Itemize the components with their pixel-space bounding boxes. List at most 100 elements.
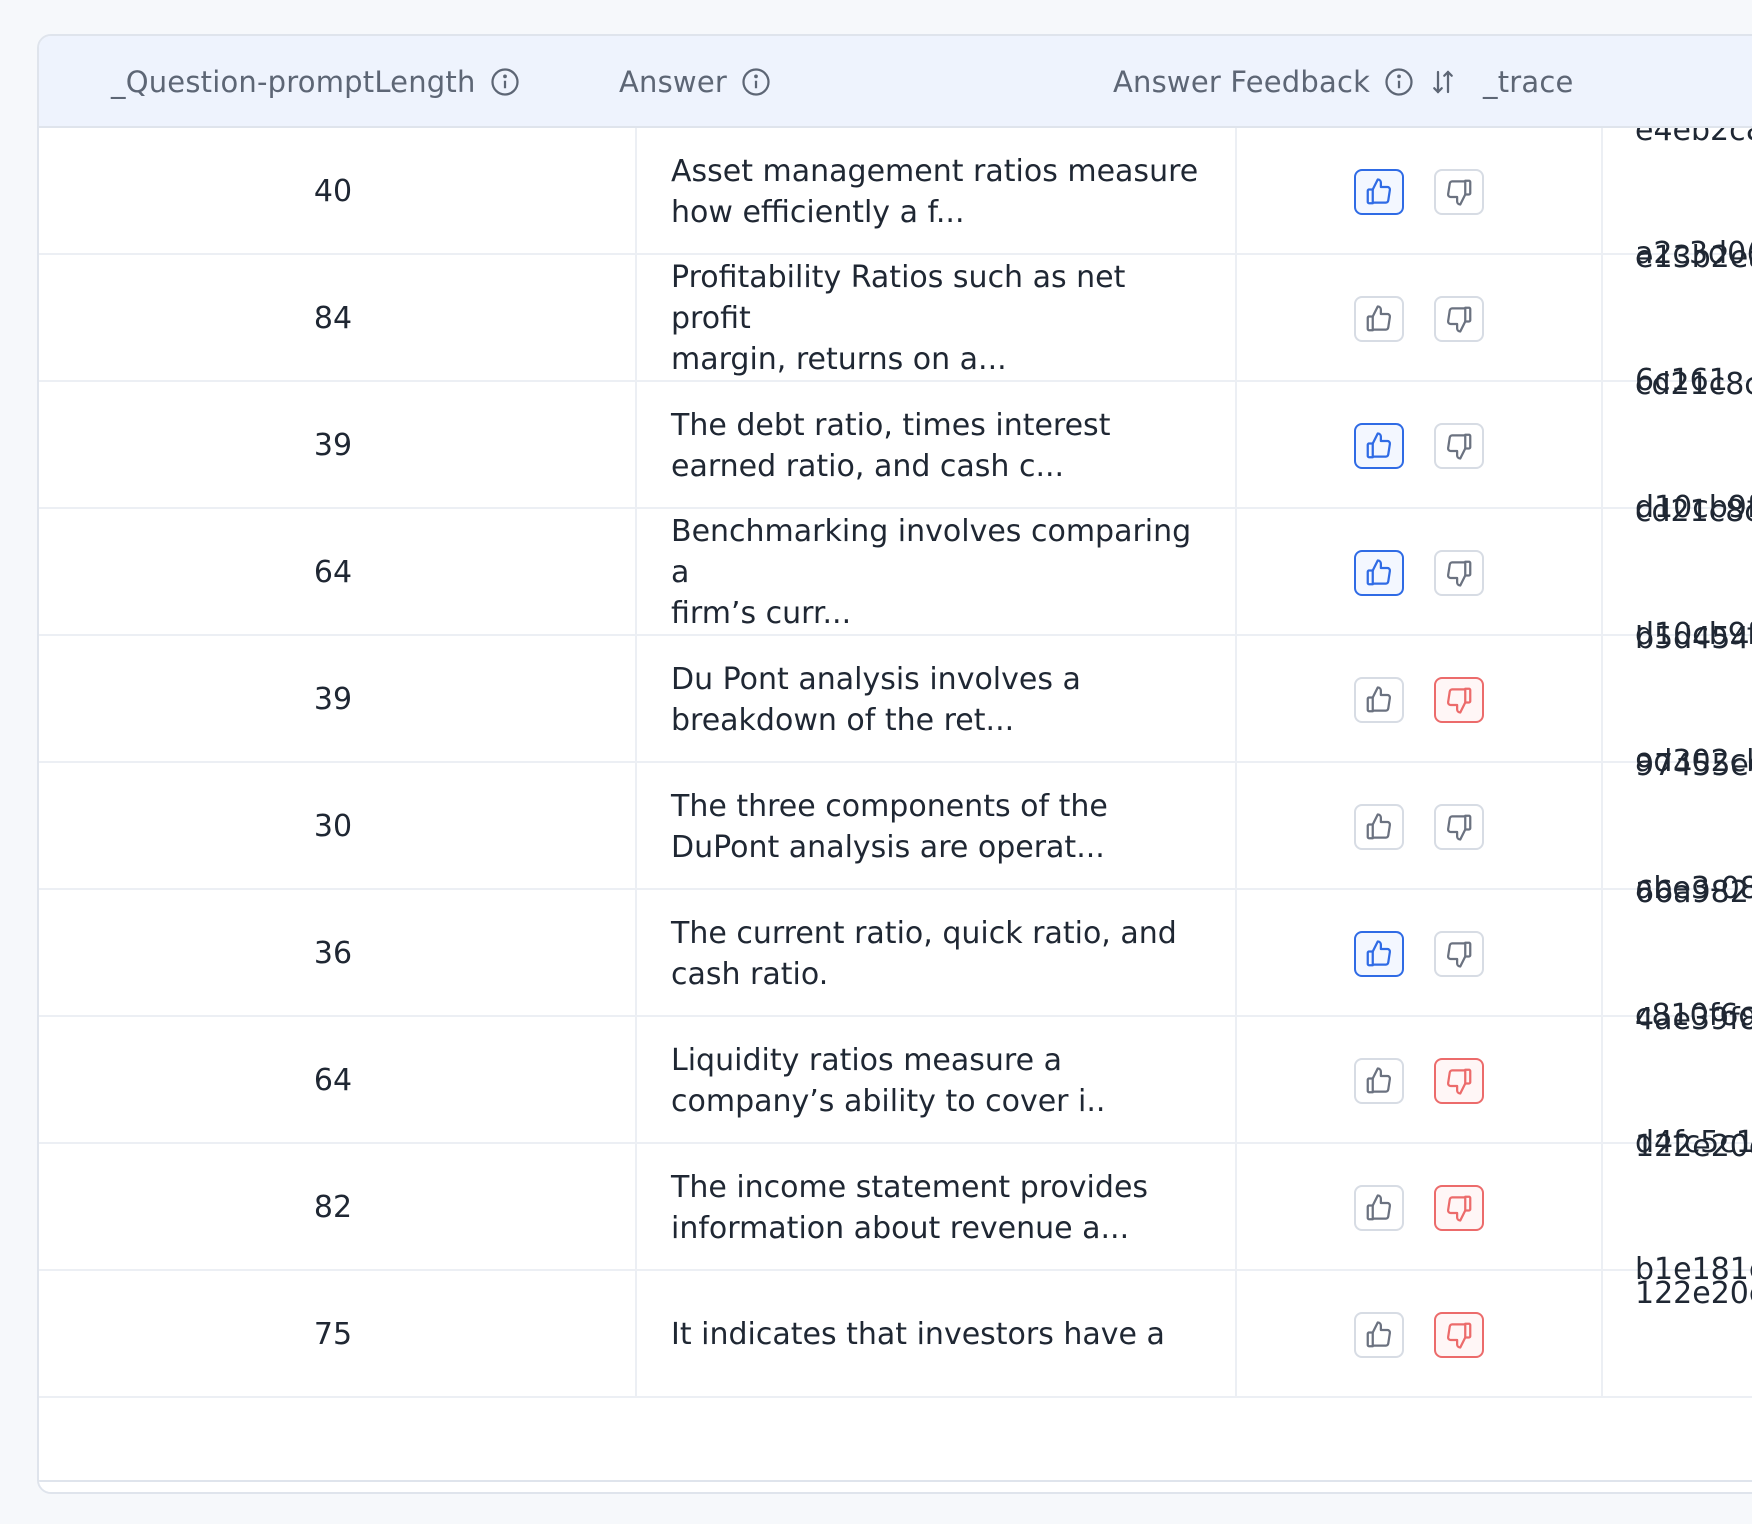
- answer-text: Profitability Ratios such as net profit …: [671, 257, 1205, 380]
- thumbs-down-button[interactable]: [1434, 803, 1484, 850]
- answer-text: Asset management ratios measure how effi…: [671, 151, 1198, 233]
- answer-line: Profitability Ratios such as net profit: [671, 260, 1126, 336]
- answer-cell[interactable]: Benchmarking involves comparing a firm’s…: [635, 509, 1235, 636]
- answer-cell[interactable]: It indicates that investors have a: [635, 1271, 1235, 1398]
- column-header-answer-feedback[interactable]: Answer Feedback: [1113, 36, 1456, 128]
- thumbs-up-button[interactable]: [1354, 676, 1404, 723]
- thumbs-down-button[interactable]: [1434, 1311, 1484, 1358]
- thumbs-down-icon: [1447, 814, 1472, 841]
- trace-line: e4eb2c8: [1635, 128, 1752, 148]
- feedback-cell: [1235, 128, 1601, 255]
- prompt-length-cell: 75: [313, 1317, 353, 1352]
- thumbs-down-button[interactable]: [1434, 1057, 1484, 1104]
- column-header-prompt-length[interactable]: _Question-promptLength: [111, 36, 520, 128]
- trace-text: 122e20c: [1635, 1191, 1752, 1478]
- thumbs-up-button[interactable]: [1354, 1184, 1404, 1231]
- feedback-cell: [1235, 1144, 1601, 1271]
- answer-line: The income statement provides: [671, 1169, 1149, 1205]
- table-row[interactable]: 39 The debt ratio, times interest earned…: [39, 367, 1752, 525]
- column-header-trace[interactable]: _trace: [1483, 36, 1574, 128]
- sort-icon[interactable]: [1430, 67, 1456, 97]
- thumbs-down-button[interactable]: [1434, 549, 1484, 596]
- info-icon[interactable]: [490, 67, 520, 97]
- thumbs-down-icon: [1447, 433, 1472, 460]
- thumbs-down-icon: [1447, 179, 1472, 206]
- thumbs-up-button[interactable]: [1354, 422, 1404, 469]
- thumbs-down-button[interactable]: [1434, 422, 1484, 469]
- thumbs-down-icon: [1447, 560, 1472, 587]
- prompt-length-cell: 39: [313, 682, 353, 717]
- table-row[interactable]: 40 Asset management ratios measure how e…: [39, 128, 1752, 271]
- prompt-length-cell: 84: [313, 301, 353, 336]
- horizontal-scrollbar[interactable]: [39, 1480, 1752, 1492]
- thumbs-up-button[interactable]: [1354, 549, 1404, 596]
- thumbs-up-icon: [1366, 1193, 1391, 1220]
- answer-line: information about revenue a...: [671, 1210, 1130, 1246]
- prompt-length-cell: 39: [313, 428, 353, 463]
- feedback-cell: [1235, 763, 1601, 890]
- answer-cell[interactable]: The debt ratio, times interest earned ra…: [635, 382, 1235, 509]
- thumbs-up-icon: [1366, 812, 1391, 839]
- table-row[interactable]: 64 Benchmarking involves comparing a fir…: [39, 494, 1752, 652]
- answer-cell[interactable]: The income statement provides informatio…: [635, 1144, 1235, 1271]
- thumbs-up-button[interactable]: [1354, 930, 1404, 977]
- answer-cell[interactable]: Profitability Ratios such as net profit …: [635, 255, 1235, 382]
- thumbs-down-button[interactable]: [1434, 295, 1484, 342]
- prompt-length-cell: 64: [313, 1063, 353, 1098]
- thumbs-down-button[interactable]: [1434, 676, 1484, 723]
- thumbs-up-button[interactable]: [1354, 295, 1404, 342]
- answer-cell[interactable]: Du Pont analysis involves a breakdown of…: [635, 636, 1235, 763]
- results-table: _Question-promptLength Answer Answer Fee…: [37, 34, 1752, 1494]
- thumbs-up-button[interactable]: [1354, 168, 1404, 215]
- thumbs-down-button[interactable]: [1434, 1184, 1484, 1231]
- trace-line: 122e20c: [1635, 1128, 1752, 1164]
- answer-cell[interactable]: Asset management ratios measure how effi…: [635, 128, 1235, 255]
- table-row[interactable]: 84 Profitability Ratios such as net prof…: [39, 240, 1752, 398]
- table-row[interactable]: 30 The three components of the DuPont an…: [39, 748, 1752, 906]
- answer-line: The three components of the: [671, 788, 1108, 824]
- feedback-cell: [1235, 382, 1601, 509]
- answer-line: Benchmarking involves comparing a: [671, 514, 1192, 590]
- table-row[interactable]: 36 The current ratio, quick ratio, and c…: [39, 875, 1752, 1033]
- answer-line: firm’s curr...: [671, 596, 852, 631]
- thumbs-down-button[interactable]: [1434, 168, 1484, 215]
- feedback-cell: [1235, 509, 1601, 636]
- answer-text: The current ratio, quick ratio, and cash…: [671, 913, 1177, 995]
- thumbs-up-button[interactable]: [1354, 1057, 1404, 1104]
- column-header-answer[interactable]: Answer: [619, 36, 771, 128]
- prompt-length-cell: 40: [313, 174, 353, 209]
- feedback-cell: [1235, 636, 1601, 763]
- table-row[interactable]: 64 Liquidity ratios measure a company’s …: [39, 1002, 1752, 1160]
- answer-line: The current ratio, quick ratio, and: [671, 915, 1177, 951]
- table-row[interactable]: 75 It indicates that investors have a 12…: [39, 1271, 1752, 1398]
- table-row[interactable]: 82 The income statement provides informa…: [39, 1129, 1752, 1287]
- answer-cell[interactable]: Liquidity ratios measure a company’s abi…: [635, 1017, 1235, 1144]
- trace-line: cd21c8c: [1635, 493, 1752, 529]
- feedback-cell: [1235, 890, 1601, 1017]
- trace-cell[interactable]: 122e20c: [1601, 1271, 1752, 1398]
- answer-line: The debt ratio, times interest: [671, 407, 1111, 443]
- answer-line: Liquidity ratios measure a: [671, 1042, 1062, 1078]
- column-header-label: Answer: [619, 65, 728, 99]
- feedback-cell: [1235, 255, 1601, 382]
- thumbs-down-icon: [1447, 941, 1472, 968]
- answer-cell[interactable]: The current ratio, quick ratio, and cash…: [635, 890, 1235, 1017]
- thumbs-down-icon: [1447, 1068, 1472, 1095]
- thumbs-up-button[interactable]: [1354, 803, 1404, 850]
- trace-line: 97455e6: [1635, 747, 1752, 783]
- prompt-length-cell: 36: [313, 936, 353, 971]
- thumbs-up-icon: [1366, 304, 1391, 331]
- trace-line: cd21c8c: [1635, 366, 1752, 402]
- info-icon[interactable]: [1384, 67, 1414, 97]
- answer-text: The debt ratio, times interest earned ra…: [671, 405, 1110, 487]
- answer-text: The income statement provides informatio…: [671, 1167, 1148, 1249]
- trace-line: 66a982f: [1635, 874, 1752, 910]
- prompt-length-cell: 30: [313, 809, 353, 844]
- thumbs-down-button[interactable]: [1434, 930, 1484, 977]
- info-icon[interactable]: [741, 67, 771, 97]
- thumbs-up-icon: [1366, 939, 1391, 966]
- table-row[interactable]: 39 Du Pont analysis involves a breakdown…: [39, 621, 1752, 779]
- answer-cell[interactable]: The three components of the DuPont analy…: [635, 763, 1235, 890]
- column-header-label: _trace: [1483, 65, 1574, 99]
- thumbs-up-button[interactable]: [1354, 1311, 1404, 1358]
